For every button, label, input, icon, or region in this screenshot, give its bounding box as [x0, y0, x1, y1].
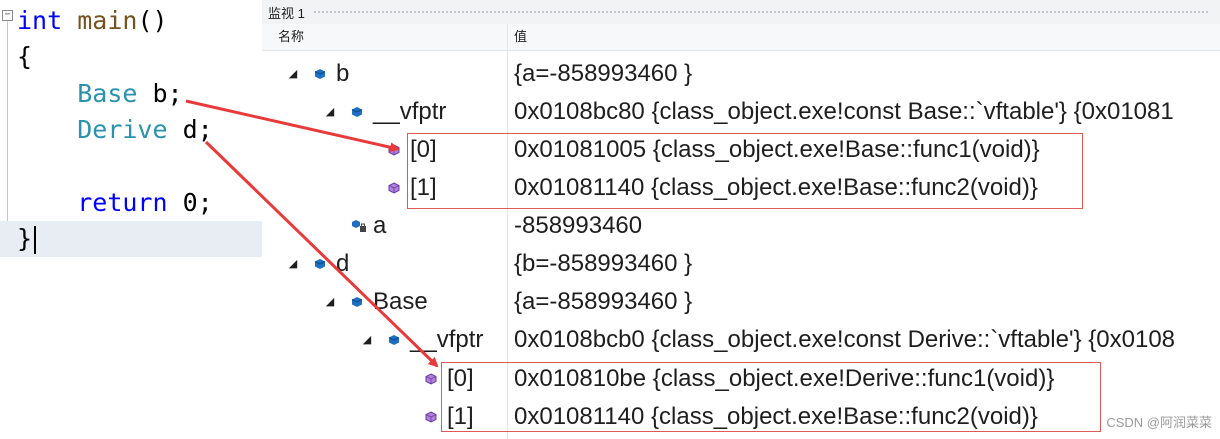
watch-row-name: __vfptr — [410, 326, 484, 353]
method-icon — [425, 372, 437, 385]
object-icon — [351, 105, 363, 117]
watch-titlebar[interactable]: 监视 1 — [262, 0, 1220, 24]
code-token: main — [77, 6, 138, 35]
code-line[interactable]: Base b; — [0, 76, 262, 112]
watch-row-value[interactable]: {b=-858993460 } — [514, 245, 692, 283]
code-line[interactable] — [0, 148, 262, 184]
watch-row-value[interactable]: 0x0108bc80 {class_object.exe!const Base:… — [514, 93, 1174, 131]
watch-row-name: d — [336, 250, 350, 277]
code-line[interactable]: int main() — [0, 3, 262, 39]
field-icon — [351, 219, 366, 232]
code-token: int — [17, 6, 63, 35]
code-token: Base — [77, 79, 138, 108]
column-header-name[interactable]: 名称 — [278, 24, 304, 50]
watch-row[interactable]: ◢ __vfptr 0x0108bc80 {class_object.exe!con… — [262, 93, 1220, 131]
code-line[interactable]: { — [0, 39, 262, 75]
watch-row-value[interactable]: 0x0108bcb0 {class_object.exe!const Deriv… — [514, 321, 1175, 359]
code-token: b; — [137, 79, 183, 108]
code-token: () — [137, 6, 168, 35]
watch-row-name: __vfptr — [373, 98, 447, 125]
watch-row-name: a — [373, 212, 387, 239]
code-line[interactable]: Derive d; — [0, 112, 262, 148]
code-token: 0; — [167, 188, 213, 217]
expand-toggle-icon[interactable]: ◢ — [323, 283, 337, 321]
method-icon — [388, 181, 400, 194]
expand-toggle-icon[interactable]: ◢ — [286, 245, 300, 283]
object-icon — [351, 295, 363, 307]
expand-toggle-icon[interactable]: ◢ — [323, 93, 337, 131]
watch-row-value[interactable]: -858993460 — [514, 207, 642, 245]
watch-window: 监视 1 名称 值 ◢ b {a=-858993460 } ◢ __vfptr 0x010… — [262, 0, 1220, 439]
code-token: Derive — [77, 115, 168, 144]
text-caret — [34, 226, 37, 254]
code-token: d; — [167, 115, 213, 144]
code-line[interactable]: return 0; — [0, 185, 262, 221]
watch-column-header: 名称 值 — [262, 24, 1220, 51]
code-token: } — [17, 224, 33, 253]
watch-row[interactable]: a -858993460 — [262, 207, 1220, 245]
object-icon — [314, 67, 326, 79]
watermark: CSDN @阿润菜菜 — [1106, 415, 1212, 430]
object-icon — [388, 333, 400, 345]
expand-toggle-icon[interactable]: ◢ — [286, 55, 300, 93]
expand-toggle-icon[interactable]: ◢ — [360, 321, 374, 359]
drag-grip[interactable] — [312, 9, 1208, 15]
method-icon — [425, 410, 437, 423]
method-icon — [388, 143, 400, 156]
watch-row[interactable]: ◢ b {a=-858993460 } — [262, 55, 1220, 93]
highlight-box-derive-vtable — [441, 362, 1101, 432]
highlight-box-base-vtable — [407, 133, 1083, 209]
code-line[interactable]: } — [0, 221, 262, 257]
watch-row-value[interactable]: {a=-858993460 } — [514, 283, 692, 321]
watch-row[interactable]: ◢ Base {a=-858993460 } — [262, 283, 1220, 321]
code-token: { — [17, 42, 33, 71]
watch-row-value[interactable]: {a=-858993460 } — [514, 55, 692, 93]
watch-row-name: Base — [373, 288, 428, 315]
object-icon — [314, 257, 326, 269]
watch-row[interactable]: ◢ d {b=-858993460 } — [262, 245, 1220, 283]
column-header-value[interactable]: 值 — [514, 24, 527, 50]
watch-row-name: b — [336, 60, 350, 87]
watch-row[interactable]: ◢ __vfptr 0x0108bcb0 {class_object.exe!con… — [262, 321, 1220, 359]
code-editor[interactable]: − int main(){ Base b; Derive d; return 0… — [0, 0, 263, 439]
watch-title: 监视 1 — [268, 5, 305, 21]
code-token: return — [77, 188, 168, 217]
